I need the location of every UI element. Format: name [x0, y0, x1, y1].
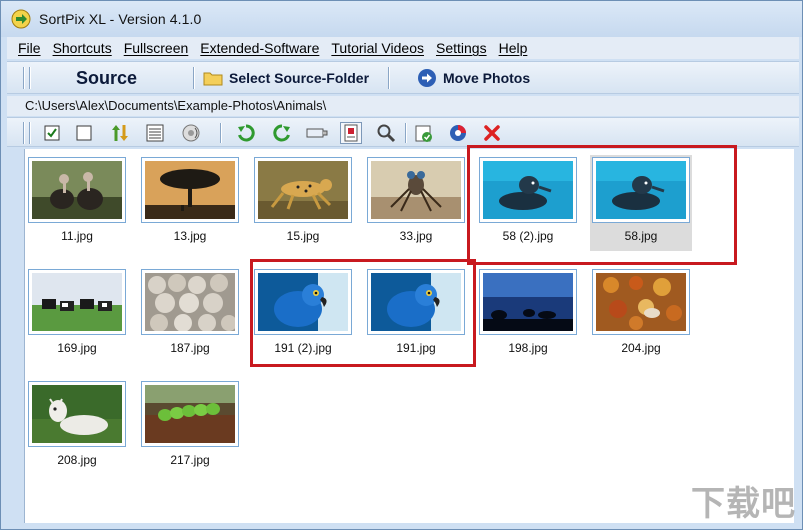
photo-tile[interactable]: 11.jpg	[26, 155, 128, 251]
duplicate-highlight-seal	[467, 145, 737, 265]
app-logo-icon	[11, 9, 31, 29]
zoom-icon[interactable]	[375, 122, 397, 144]
photo-filename: 187.jpg	[170, 341, 210, 355]
toolbar-separator	[388, 67, 390, 89]
menu-bar: File Shortcuts Fullscreen Extended-Softw…	[7, 37, 799, 59]
menu-settings[interactable]: Settings	[436, 40, 487, 56]
move-photos-label: Move Photos	[443, 70, 531, 86]
photo-tile[interactable]: 33.jpg	[365, 155, 467, 251]
delete-icon[interactable]	[481, 122, 503, 144]
rotate-left-icon[interactable]	[235, 122, 257, 144]
title-bar: SortPix XL - Version 4.1.0	[1, 1, 802, 37]
menu-file[interactable]: File	[18, 40, 41, 56]
move-photos-button[interactable]: Move Photos	[417, 67, 530, 89]
arrow-right-circle-icon	[418, 69, 436, 87]
menu-fullscreen[interactable]: Fullscreen	[124, 40, 189, 56]
check-all-icon[interactable]	[41, 122, 63, 144]
photo-filename: 198.jpg	[508, 341, 548, 355]
photo-thumbnail[interactable]	[141, 381, 239, 447]
photo-thumbnail[interactable]	[254, 157, 352, 223]
photo-tile[interactable]: 208.jpg	[26, 379, 128, 475]
toolbar-separator	[220, 123, 222, 143]
photo-thumbnail[interactable]	[592, 269, 690, 335]
photo-thumbnail[interactable]	[28, 381, 126, 447]
rotate-right-icon[interactable]	[271, 122, 293, 144]
slideshow-icon[interactable]	[306, 122, 328, 144]
photo-thumbnail[interactable]	[479, 269, 577, 335]
toolbar-grip[interactable]	[23, 122, 25, 144]
details-view-icon[interactable]	[144, 122, 166, 144]
watermark: 下载吧	[691, 485, 796, 523]
photo-tile[interactable]: 169.jpg	[26, 267, 128, 363]
photo-filename: 11.jpg	[61, 229, 93, 243]
photo-tile[interactable]: 15.jpg	[252, 155, 354, 251]
photo-filename: 217.jpg	[170, 453, 210, 467]
photo-tile[interactable]: 198.jpg	[477, 267, 579, 363]
select-source-folder-button[interactable]: Select Source-Folder	[203, 67, 369, 89]
select-source-folder-label: Select Source-Folder	[229, 70, 370, 86]
source-label: Source	[76, 68, 138, 88]
sort-icon[interactable]	[109, 122, 131, 144]
duplicate-highlight-parrot	[250, 259, 476, 367]
audio-icon[interactable]	[180, 122, 202, 144]
menu-help[interactable]: Help	[499, 40, 528, 56]
main-toolbar: Source Select Source-Folder Move Photos	[7, 61, 799, 94]
photo-thumbnail[interactable]	[141, 157, 239, 223]
photo-filename: 204.jpg	[621, 341, 661, 355]
window-title: SortPix XL - Version 4.1.0	[39, 11, 202, 27]
photo-toolbar	[7, 117, 799, 147]
photo-thumbnail[interactable]	[28, 157, 126, 223]
photo-filename: 208.jpg	[57, 453, 97, 467]
thumbnail-grid: 11.jpg 13.jpg 15.jpg 33.jpg 58 (2).jpg 58.jpg…	[24, 145, 794, 523]
compare-icon[interactable]	[447, 122, 469, 144]
photo-filename: 169.jpg	[57, 341, 97, 355]
edit-icon[interactable]	[413, 122, 435, 144]
photo-tile[interactable]: 187.jpg	[139, 267, 241, 363]
uncheck-all-icon[interactable]	[73, 122, 95, 144]
toolbar-grip[interactable]	[23, 67, 25, 89]
photo-tile[interactable]: 204.jpg	[590, 267, 692, 363]
menu-tutorial-videos[interactable]: Tutorial Videos	[331, 40, 424, 56]
app-window: SortPix XL - Version 4.1.0 File Shortcut…	[0, 0, 803, 530]
left-panel-strip	[7, 149, 24, 523]
current-folder-path: C:\Users\Alex\Documents\Example-Photos\A…	[25, 98, 327, 113]
photo-tile[interactable]: 13.jpg	[139, 155, 241, 251]
toolbar-separator	[193, 67, 195, 89]
photo-tile[interactable]: 217.jpg	[139, 379, 241, 475]
photo-filename: 33.jpg	[399, 229, 433, 243]
menu-extended-software[interactable]: Extended-Software	[200, 40, 319, 56]
photo-filename: 15.jpg	[286, 229, 320, 243]
photo-thumbnail[interactable]	[367, 157, 465, 223]
photo-filename: 13.jpg	[173, 229, 207, 243]
preview-icon[interactable]	[340, 122, 362, 144]
photo-thumbnail[interactable]	[28, 269, 126, 335]
toolbar-separator	[405, 123, 407, 143]
toolbar-grip[interactable]	[29, 67, 31, 89]
folder-icon	[203, 72, 223, 86]
photo-thumbnail[interactable]	[141, 269, 239, 335]
path-bar: C:\Users\Alex\Documents\Example-Photos\A…	[7, 96, 799, 116]
menu-shortcuts[interactable]: Shortcuts	[53, 40, 112, 56]
toolbar-grip[interactable]	[29, 122, 31, 144]
